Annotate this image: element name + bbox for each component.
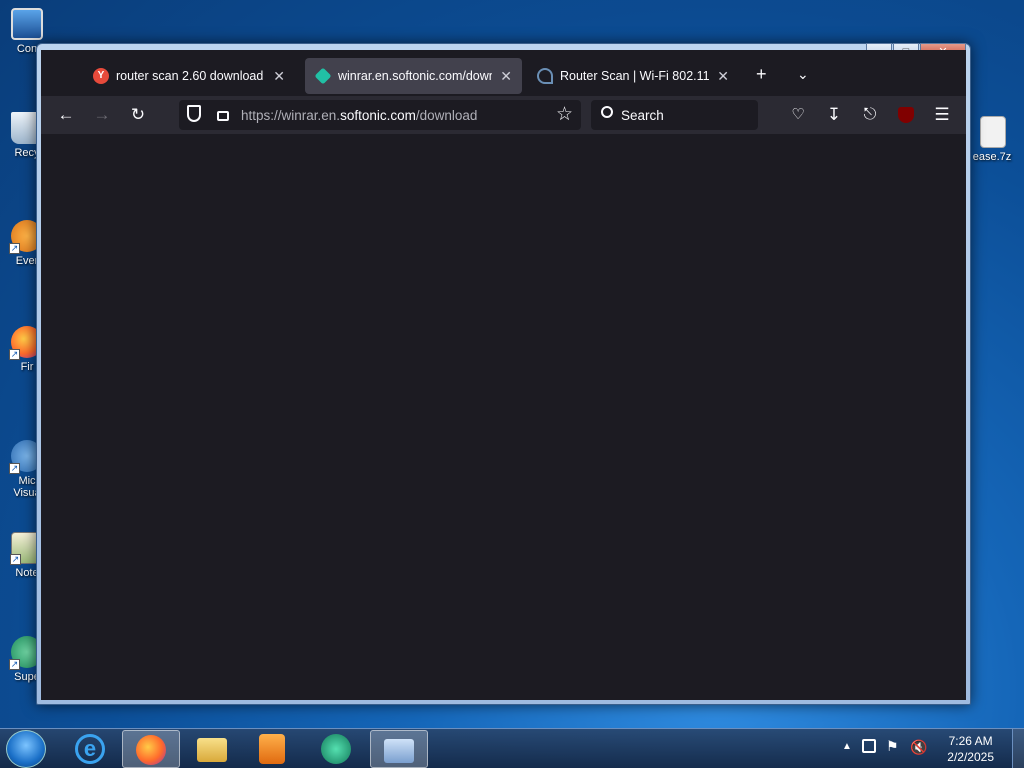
media-player-icon bbox=[259, 734, 285, 764]
volume-muted-icon[interactable]: 🔇 bbox=[910, 739, 927, 756]
action-center-flag-icon[interactable]: ⚑ bbox=[886, 738, 899, 755]
start-button[interactable] bbox=[6, 730, 46, 768]
list-all-tabs-button[interactable]: ⌄ bbox=[797, 66, 809, 83]
folder-icon bbox=[197, 738, 227, 762]
desktop-icon-label: Fir bbox=[20, 361, 34, 373]
new-tab-button[interactable]: + bbox=[756, 64, 767, 85]
url-prefix: https://winrar.en. bbox=[241, 107, 341, 123]
pocket-icon[interactable]: ♡ bbox=[785, 102, 811, 128]
firefox-icon bbox=[136, 735, 166, 765]
reload-button[interactable]: ↻ bbox=[125, 102, 151, 128]
forward-button[interactable]: → bbox=[89, 102, 115, 128]
search-icon bbox=[601, 106, 613, 118]
shortcut-arrow-icon: ↗ bbox=[9, 659, 20, 670]
show-desktop-button[interactable] bbox=[1012, 729, 1024, 768]
tab-close-icon[interactable]: ✕ bbox=[500, 68, 512, 85]
tab-winrar-softonic[interactable]: winrar.en.softonic.com/downl ✕ bbox=[305, 58, 522, 94]
shortcut-arrow-icon: ↗ bbox=[10, 554, 21, 565]
search-placeholder: Search bbox=[621, 107, 664, 123]
yandex-favicon-icon: Y bbox=[93, 68, 109, 84]
taskbar: e ▲ ⚑ 🔇 7:26 AM 2/2/2025 bbox=[0, 728, 1024, 768]
tracking-protection-shield-icon[interactable] bbox=[187, 105, 201, 122]
tab-title: winrar.en.softonic.com/downl bbox=[338, 69, 493, 83]
browser-window: – □ ✕ Y router scan 2.60 download — Y ✕ … bbox=[36, 43, 971, 705]
taskbar-firefox[interactable] bbox=[122, 730, 180, 768]
desktop-icon-label: Con bbox=[16, 43, 38, 55]
archive-file-icon bbox=[980, 116, 1006, 148]
keyboard-icon bbox=[384, 739, 414, 763]
desktop-icon-label: Ever bbox=[15, 255, 39, 267]
shortcut-arrow-icon: ↗ bbox=[9, 349, 20, 360]
taskbar-media-player[interactable] bbox=[244, 730, 302, 768]
ublock-origin-icon[interactable] bbox=[893, 102, 919, 128]
url-path: /download bbox=[415, 107, 478, 123]
lock-icon[interactable] bbox=[217, 111, 229, 121]
tab-router-scan-wifi[interactable]: Router Scan | Wi-Fi 802.11ax (W ✕ bbox=[527, 58, 739, 94]
clock-date: 2/2/2025 bbox=[947, 750, 994, 764]
network-icon[interactable] bbox=[862, 739, 876, 753]
url-text[interactable]: https://winrar.en.softonic.com/download bbox=[241, 108, 477, 123]
url-host: softonic.com bbox=[340, 107, 416, 123]
wifi-favicon-icon bbox=[537, 68, 553, 84]
tab-strip: Y router scan 2.60 download — Y ✕ winrar… bbox=[41, 50, 966, 96]
computer-icon bbox=[11, 8, 43, 40]
clock[interactable]: 7:26 AM 2/2/2025 bbox=[947, 733, 994, 765]
taskbar-internet-explorer[interactable]: e bbox=[62, 730, 120, 768]
clock-time: 7:26 AM bbox=[948, 734, 993, 748]
url-bar[interactable]: https://winrar.en.softonic.com/download … bbox=[179, 100, 581, 130]
shortcut-arrow-icon: ↗ bbox=[9, 463, 20, 474]
system-tray: ▲ ⚑ 🔇 7:26 AM 2/2/2025 bbox=[834, 729, 1024, 768]
tab-close-icon[interactable]: ✕ bbox=[273, 68, 285, 85]
extensions-icon[interactable]: ⎋ bbox=[857, 102, 883, 128]
internet-explorer-icon: e bbox=[75, 734, 105, 764]
tab-close-icon[interactable]: ✕ bbox=[717, 68, 729, 85]
menu-hamburger-icon[interactable]: ☰ bbox=[929, 102, 955, 128]
tab-title: router scan 2.60 download — Y bbox=[116, 69, 265, 83]
bookmark-star-icon[interactable]: ☆ bbox=[556, 103, 573, 126]
tab-title: Router Scan | Wi-Fi 802.11ax (W bbox=[560, 69, 710, 83]
taskbar-file-explorer[interactable] bbox=[184, 730, 242, 768]
downloads-icon[interactable]: ↧ bbox=[821, 102, 847, 128]
page-content[interactable] bbox=[41, 134, 966, 700]
tab-router-scan-download[interactable]: Y router scan 2.60 download — Y ✕ bbox=[83, 58, 295, 94]
desktop-icon-label: ease.7z bbox=[972, 151, 1012, 163]
taskbar-on-screen-keyboard[interactable] bbox=[370, 730, 428, 768]
taskbar-app[interactable] bbox=[308, 730, 366, 768]
back-button[interactable]: ← bbox=[53, 102, 79, 128]
search-bar[interactable]: Search bbox=[591, 100, 758, 130]
show-hidden-icons-icon[interactable]: ▲ bbox=[842, 741, 852, 752]
shortcut-arrow-icon: ↗ bbox=[9, 243, 20, 254]
navigation-toolbar: ← → ↻ https://winrar.en.softonic.com/dow… bbox=[41, 96, 966, 134]
softonic-favicon-icon bbox=[314, 67, 332, 85]
chat-app-icon bbox=[321, 734, 351, 764]
